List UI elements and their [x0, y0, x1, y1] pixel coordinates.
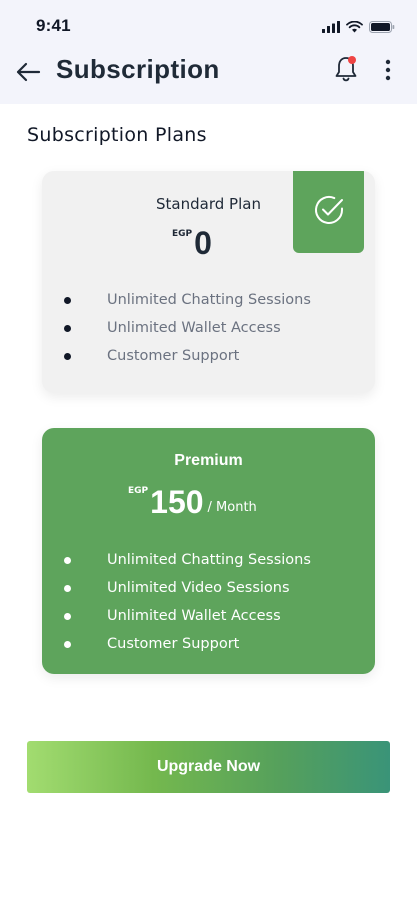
more-options-button[interactable]	[374, 56, 402, 88]
status-icons	[322, 18, 395, 37]
price-amount: 150	[150, 484, 204, 520]
feature-item: Customer Support	[64, 342, 311, 370]
feature-list: Unlimited Chatting Sessions Unlimited Vi…	[64, 546, 311, 658]
status-time: 9:41	[36, 16, 71, 35]
app-header: Subscription	[0, 44, 417, 104]
feature-list: Unlimited Chatting Sessions Unlimited Wa…	[64, 286, 311, 370]
plan-price: EGP 150 / Month	[128, 484, 257, 520]
feature-item: Unlimited Video Sessions	[64, 574, 311, 602]
feature-item: Unlimited Chatting Sessions	[64, 286, 311, 314]
premium-plan-card[interactable]: Premium EGP 150 / Month Unlimited Chatti…	[42, 428, 375, 674]
feature-label: Unlimited Chatting Sessions	[107, 292, 311, 308]
price-period: / Month	[207, 500, 257, 515]
bullet-icon	[64, 557, 71, 564]
more-vertical-icon	[385, 59, 391, 85]
notifications-button[interactable]	[330, 54, 362, 88]
feature-label: Customer Support	[107, 348, 240, 364]
feature-label: Unlimited Wallet Access	[107, 320, 281, 336]
feature-label: Unlimited Wallet Access	[107, 608, 281, 624]
price-amount: 0	[194, 225, 212, 261]
currency-label: EGP	[128, 486, 149, 496]
bullet-icon	[64, 585, 71, 592]
feature-label: Unlimited Chatting Sessions	[107, 552, 311, 568]
feature-item: Unlimited Wallet Access	[64, 314, 311, 342]
arrow-left-icon	[15, 61, 41, 87]
upgrade-now-button[interactable]: Upgrade Now	[27, 741, 390, 793]
bullet-icon	[64, 613, 71, 620]
wifi-icon	[346, 18, 363, 37]
feature-label: Unlimited Video Sessions	[107, 580, 290, 596]
page-title: Subscription	[56, 54, 220, 84]
plan-name: Standard Plan	[156, 195, 261, 213]
bullet-icon	[64, 325, 71, 332]
plan-price: EGP 0	[172, 225, 212, 261]
bullet-icon	[64, 297, 71, 304]
bullet-icon	[64, 641, 71, 648]
feature-item: Unlimited Wallet Access	[64, 602, 311, 630]
battery-icon	[369, 18, 395, 37]
currency-label: EGP	[172, 229, 193, 239]
back-button[interactable]	[12, 58, 44, 90]
plan-name: Premium	[174, 452, 243, 469]
signal-icon	[322, 18, 340, 37]
feature-item: Unlimited Chatting Sessions	[64, 546, 311, 574]
standard-plan-card[interactable]: Standard Plan EGP 0 Unlimited Chatting S…	[42, 171, 375, 393]
feature-item: Customer Support	[64, 630, 311, 658]
notification-dot	[348, 56, 356, 64]
section-title: Subscription Plans	[27, 124, 207, 146]
feature-label: Customer Support	[107, 636, 240, 652]
status-bar: 9:41	[0, 0, 417, 44]
bullet-icon	[64, 353, 71, 360]
